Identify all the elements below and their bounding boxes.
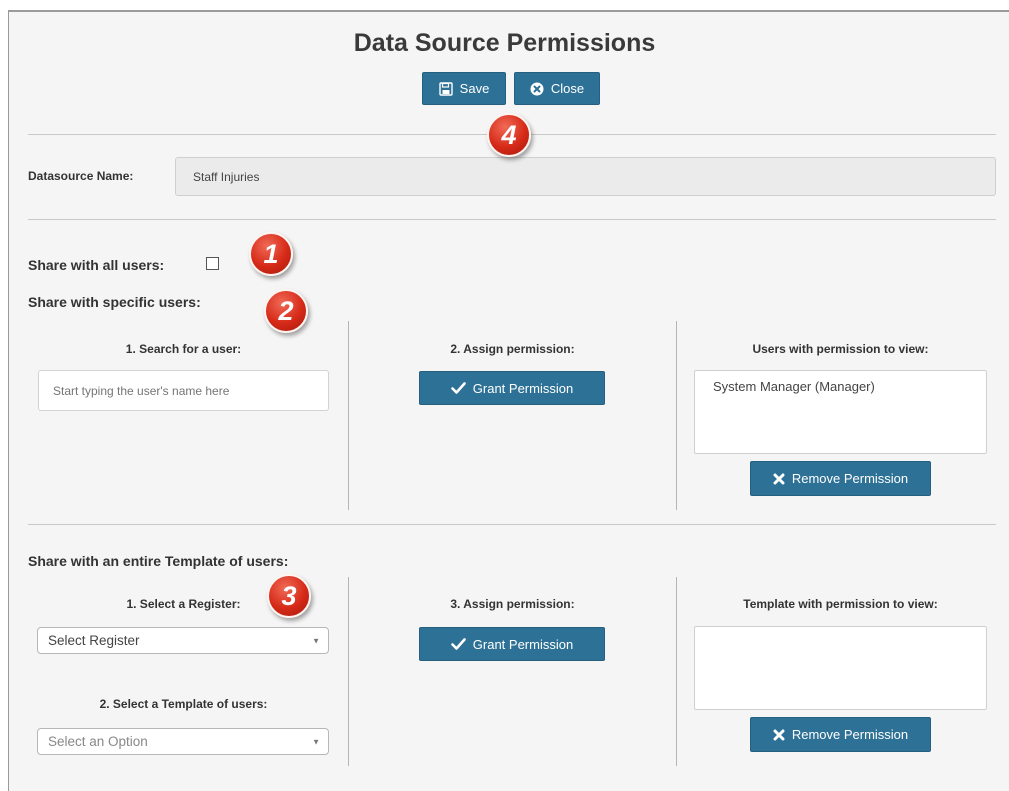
divider [28, 219, 996, 220]
template-select-value: Select an Option [48, 734, 148, 749]
template-permission-list[interactable] [694, 626, 987, 710]
remove-permission-button[interactable]: Remove Permission [750, 461, 931, 496]
users-permission-list[interactable]: System Manager (Manager) [694, 370, 987, 454]
grant-permission-button[interactable]: Grant Permission [419, 371, 605, 405]
step-badge-4: 4 [487, 113, 531, 157]
save-button-label: Save [459, 81, 490, 96]
list-item[interactable]: System Manager (Manager) [713, 379, 875, 394]
assign-template-permission-label: 3. Assign permission: [450, 597, 575, 611]
checkmark-icon [450, 382, 466, 394]
divider [28, 524, 996, 525]
step-badge-1: 1 [249, 232, 293, 276]
dropdown-arrow-icon: ▼ [312, 737, 320, 746]
grant-template-permission-label: Grant Permission [472, 636, 574, 652]
page-title: Data Source Permissions [353, 29, 656, 57]
checkmark-icon [450, 638, 466, 650]
step-badge-3: 3 [267, 574, 311, 618]
datasource-name-label: Datasource Name: [28, 169, 134, 183]
template-select[interactable]: Select an Option ▼ [37, 728, 329, 755]
floppy-disk-icon [438, 81, 453, 96]
column-divider [348, 577, 349, 766]
assign-permission-label: 2. Assign permission: [450, 342, 575, 356]
column-divider [676, 321, 677, 510]
register-select[interactable]: Select Register ▼ [37, 627, 329, 654]
dropdown-arrow-icon: ▼ [312, 636, 320, 645]
users-list-label: Users with permission to view: [752, 342, 929, 356]
remove-template-permission-label: Remove Permission [791, 727, 909, 742]
close-button-label: Close [550, 81, 585, 96]
select-template-label: 2. Select a Template of users: [99, 697, 268, 711]
x-icon [773, 473, 785, 484]
step-badge-2: 2 [264, 289, 308, 333]
save-button[interactable]: Save [422, 72, 506, 105]
share-all-checkbox[interactable] [206, 257, 219, 270]
grant-permission-label: Grant Permission [472, 380, 574, 396]
remove-template-permission-button[interactable]: Remove Permission [750, 717, 931, 752]
share-template-heading: Share with an entire Template of users: [28, 553, 289, 569]
column-divider [348, 321, 349, 510]
search-user-label: 1. Search for a user: [125, 342, 242, 356]
register-select-value: Select Register [48, 633, 140, 648]
grant-template-permission-button[interactable]: Grant Permission [419, 627, 605, 661]
close-button[interactable]: Close [514, 72, 600, 105]
search-user-input[interactable] [38, 370, 329, 411]
remove-permission-label: Remove Permission [791, 471, 909, 486]
share-specific-heading: Share with specific users: [28, 294, 201, 310]
share-all-label: Share with all users: [28, 257, 165, 273]
datasource-name-field[interactable]: Staff Injuries [175, 157, 996, 196]
template-list-label: Template with permission to view: [743, 597, 938, 611]
close-circle-icon [530, 82, 544, 95]
column-divider [676, 577, 677, 766]
x-icon [773, 729, 785, 740]
